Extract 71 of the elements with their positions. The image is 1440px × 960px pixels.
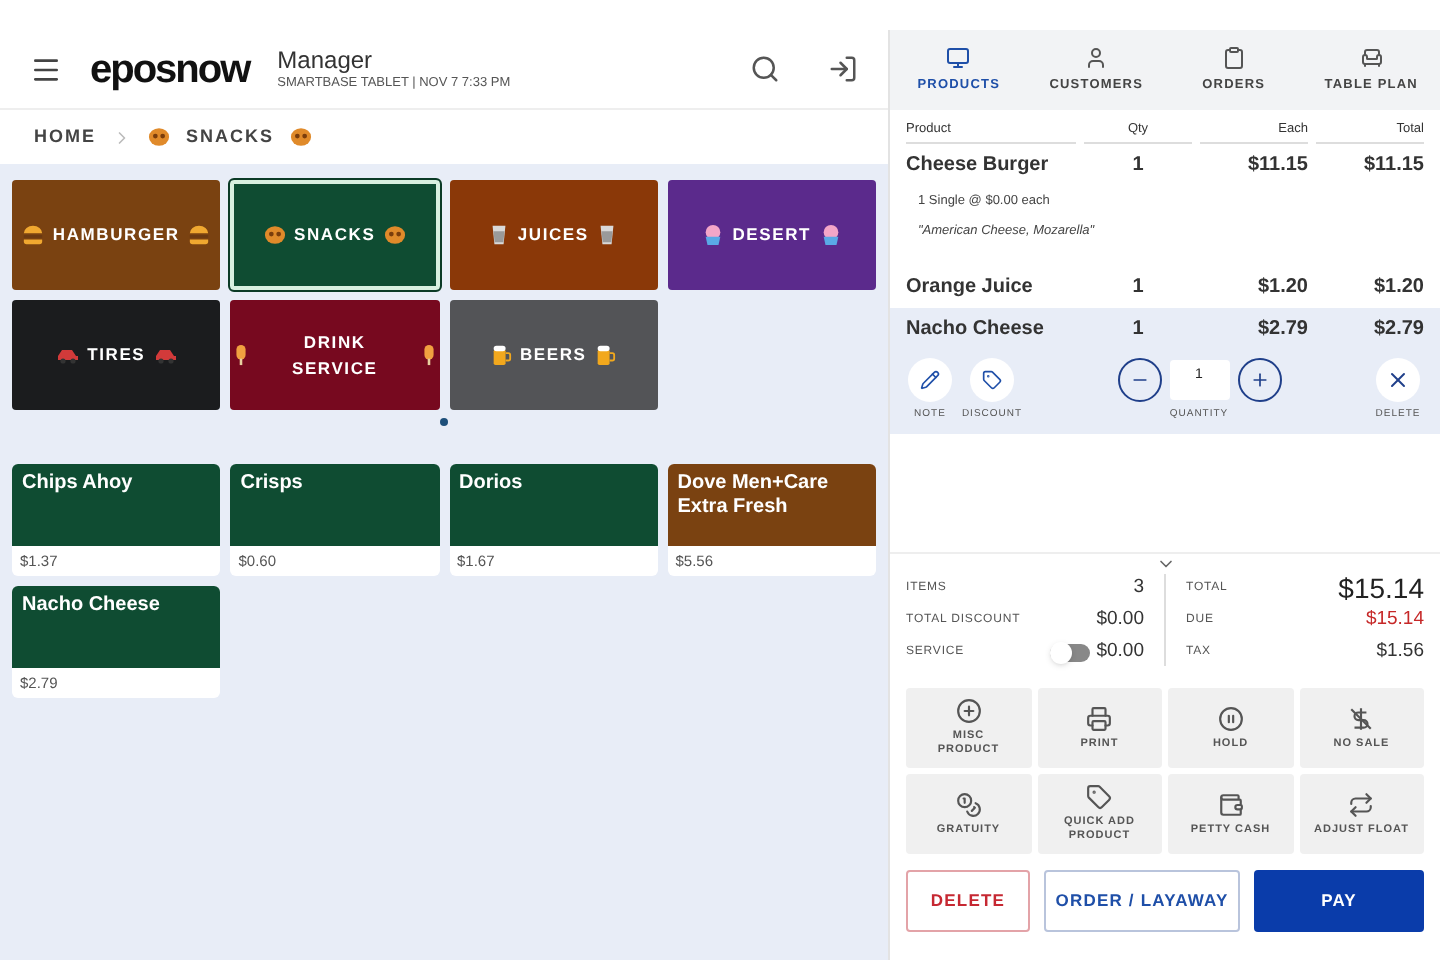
summary-value: 3 (1133, 573, 1144, 602)
cupcake-icon (702, 224, 725, 246)
plus-icon (1249, 369, 1269, 390)
category-tile[interactable]: JUICES (449, 180, 658, 290)
close-icon (1386, 367, 1410, 392)
product-name: Nacho Cheese (906, 315, 1046, 344)
logo: eposnow (90, 45, 250, 95)
decrease-button[interactable] (1117, 357, 1161, 402)
category-tile[interactable]: DESERT (667, 180, 876, 290)
unit-price: $2.79 (1255, 315, 1308, 344)
breadcrumb-link[interactable]: HOME (34, 123, 96, 151)
user-icon (1084, 45, 1109, 70)
category-tile[interactable]: SNACKS (230, 180, 439, 290)
monitor-icon (946, 45, 971, 70)
summary-value: $0.00 (1096, 637, 1144, 666)
cupcake-icon (819, 224, 842, 246)
summary-value: $15.14 (1338, 569, 1424, 607)
logout-icon[interactable] (828, 54, 858, 84)
pencil-icon (920, 369, 940, 390)
summary-value: $0.00 (1096, 605, 1144, 634)
wallet-icon (1217, 791, 1244, 817)
category-tile[interactable]: HAMBURGER (12, 180, 221, 290)
unit-price: $11.15 (1245, 151, 1308, 180)
action-button[interactable]: DELETE (906, 870, 1030, 932)
increase-button[interactable] (1237, 357, 1281, 402)
search-icon[interactable] (750, 54, 780, 84)
car-icon (55, 346, 80, 364)
pretzel-icon (264, 224, 287, 246)
line-total: $2.79 (1371, 315, 1424, 344)
action-button[interactable]: ORDER / LAYAWAY (1044, 870, 1240, 932)
product-name: Orange Juice (906, 273, 1035, 302)
pretzel-icon (148, 126, 170, 148)
category-tile[interactable]: BEERS (449, 300, 658, 410)
printer-icon (1086, 705, 1113, 731)
line-total: $1.20 (1371, 273, 1424, 302)
quantity: 1 (1130, 273, 1146, 302)
user-name: Manager (277, 45, 375, 76)
pretzel-icon (290, 126, 313, 148)
summary-value: $15.14 (1365, 605, 1424, 634)
quantity: 1 (1130, 151, 1146, 180)
clipboard-icon (1221, 45, 1246, 70)
unit-price: $1.20 (1255, 273, 1308, 302)
quantity: 1 (1130, 315, 1146, 344)
discount-button[interactable] (970, 357, 1014, 402)
beer-mug-icon (594, 344, 617, 366)
product-name: Cheese Burger (906, 151, 1051, 180)
pause-icon (1217, 705, 1244, 731)
note-button[interactable] (908, 357, 952, 402)
coins-icon (955, 791, 982, 817)
cup-icon (596, 224, 619, 246)
summary-value: $1.56 (1376, 637, 1424, 666)
no-dollar-icon (1348, 705, 1375, 731)
burger-icon (187, 224, 210, 246)
car-icon (153, 346, 178, 364)
delete-line-button[interactable] (1376, 357, 1420, 402)
cup-icon (487, 224, 510, 246)
breadcrumb-link[interactable]: SNACKS (186, 123, 275, 151)
tag-icon (982, 369, 1002, 390)
beer-mug-icon (489, 344, 512, 366)
pretzel-icon (383, 224, 406, 246)
chair-icon (1359, 45, 1384, 70)
menu-icon[interactable] (30, 53, 62, 85)
burger-icon (22, 224, 45, 246)
plus-circle-icon (955, 698, 982, 724)
line-total: $11.15 (1361, 151, 1424, 180)
category-tile[interactable]: DRINK SERVICE (230, 300, 439, 410)
action-button[interactable]: PAY (1254, 870, 1424, 932)
swap-arrows-icon (1348, 791, 1375, 817)
category-tile[interactable]: TIRES (12, 300, 221, 410)
service-toggle[interactable] (1050, 643, 1091, 661)
tag-icon (1086, 784, 1113, 810)
